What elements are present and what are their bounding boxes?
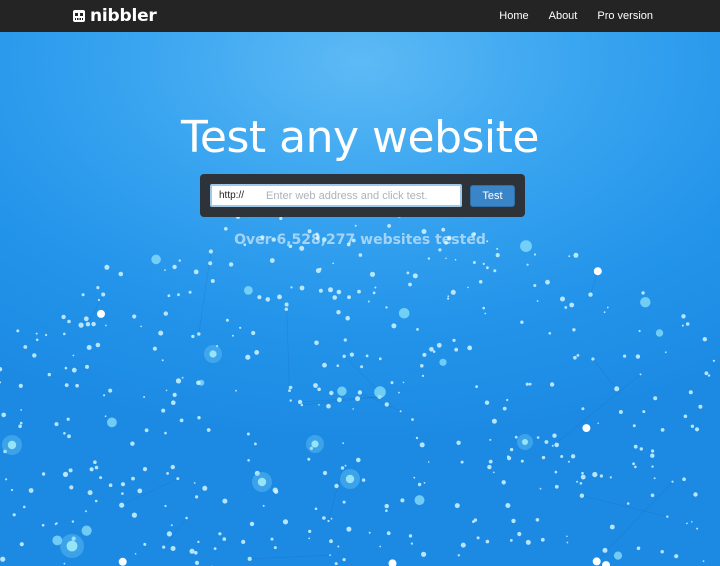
brand-name: nibbler: [90, 6, 157, 26]
page-headline: Test any website: [181, 112, 539, 163]
robot-face-icon: [73, 10, 85, 22]
brand-logo[interactable]: nibbler: [72, 6, 157, 26]
url-prefix: http://: [219, 190, 245, 201]
nav-about-link[interactable]: About: [549, 10, 578, 22]
nav-links: Home About Pro version: [499, 10, 706, 22]
url-search-panel: http:// Test: [200, 174, 525, 217]
url-input[interactable]: [266, 189, 447, 202]
hero-section: Test any website http:// Test Over 6,528…: [0, 32, 720, 566]
nav-pro-version-link[interactable]: Pro version: [597, 10, 653, 22]
websites-tested-count: Over 6,528,277 websites tested: [234, 232, 486, 248]
top-navbar: nibbler Home About Pro version: [0, 0, 720, 32]
nav-home-link[interactable]: Home: [499, 10, 528, 22]
url-field[interactable]: http://: [210, 184, 462, 207]
test-button[interactable]: Test: [470, 185, 515, 207]
